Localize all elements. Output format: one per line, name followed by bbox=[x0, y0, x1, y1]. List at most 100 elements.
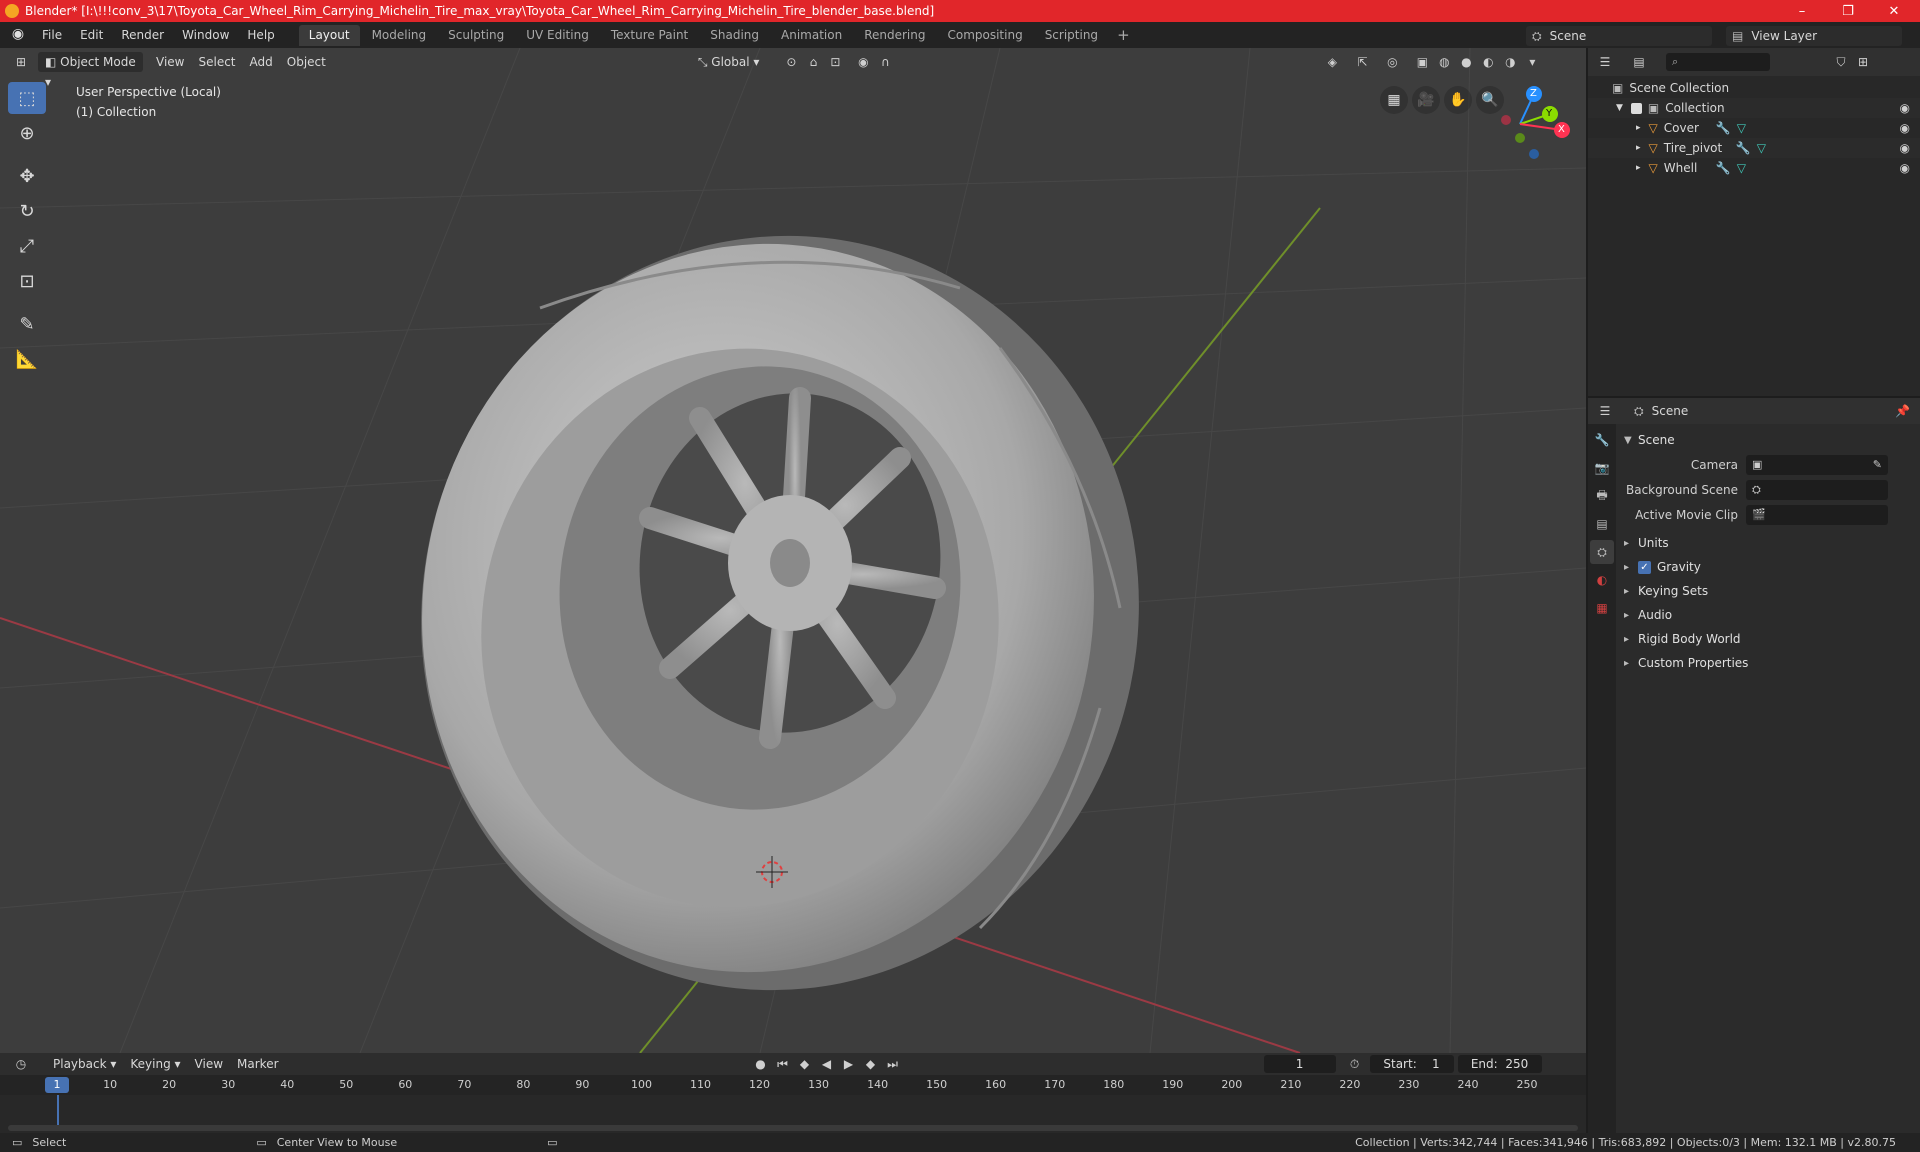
timeline-scrollbar[interactable] bbox=[8, 1125, 1578, 1131]
expand-arrow-icon[interactable]: ▸ bbox=[1636, 123, 1641, 133]
gizmo-toggle-icon[interactable]: ⇱ bbox=[1351, 52, 1373, 72]
outliner-object-cover[interactable]: ▸ ▽ Cover 🔧 ▽ ◉ bbox=[1588, 118, 1920, 138]
view-layer-selector[interactable]: ▤ View Layer bbox=[1726, 26, 1902, 46]
camera-view-icon[interactable]: 🎥 bbox=[1412, 86, 1440, 114]
tab-modeling[interactable]: Modeling bbox=[362, 25, 437, 46]
falloff-icon[interactable]: ∩ bbox=[874, 52, 896, 72]
3d-viewport[interactable]: Z Y X ⊞ ◧ Object Mode ▾ View Select Add … bbox=[0, 48, 1586, 1053]
play-icon[interactable]: ▶ bbox=[838, 1054, 860, 1074]
keying-sets-panel[interactable]: ▸ Keying Sets bbox=[1618, 579, 1920, 603]
timeline-ruler[interactable]: 1 10 20 30 40 50 60 70 80 90 100 110 120 130 140 150 16… bbox=[0, 1075, 1586, 1095]
collection-checkbox[interactable] bbox=[1630, 102, 1642, 114]
custom-properties-panel[interactable]: ▸ Custom Properties bbox=[1618, 651, 1920, 675]
filter-icon[interactable]: ⛉ bbox=[1830, 52, 1852, 72]
tab-sculpting[interactable]: Sculpting bbox=[438, 25, 514, 46]
menu-help[interactable]: Help bbox=[238, 22, 283, 48]
expand-arrow-icon[interactable]: ▸ bbox=[1636, 163, 1641, 173]
tab-shading[interactable]: Shading bbox=[700, 25, 769, 46]
select-box-tool-icon[interactable]: ⬚ bbox=[8, 82, 46, 114]
end-frame-field[interactable]: End: 250 bbox=[1457, 1055, 1542, 1073]
visibility-eye-icon[interactable]: ◉ bbox=[1900, 121, 1910, 135]
frame-clock-icon[interactable]: ⏱ bbox=[1344, 1054, 1366, 1074]
object-mode-dropdown[interactable]: ◧ Object Mode ▾ bbox=[38, 52, 143, 89]
menu-render[interactable]: Render bbox=[112, 22, 173, 48]
tab-texture-paint[interactable]: Texture Paint bbox=[601, 25, 698, 46]
timeline-editor-type-icon[interactable]: ◷ bbox=[10, 1054, 32, 1074]
world-tab-icon[interactable]: ◐ bbox=[1590, 568, 1614, 592]
cursor-tool-icon[interactable]: ⊕ bbox=[8, 117, 46, 149]
outliner-object-tire-pivot[interactable]: ▸ ▽ Tire_pivot 🔧 ▽ ◉ bbox=[1588, 138, 1920, 158]
viewport-menu-select[interactable]: Select bbox=[191, 52, 242, 72]
expand-arrow-icon[interactable]: ▼ bbox=[1616, 103, 1623, 113]
visibility-eye-icon[interactable]: ◉ bbox=[1900, 101, 1910, 115]
visibility-eye-icon[interactable]: ◉ bbox=[1900, 141, 1910, 155]
viewport-menu-view[interactable]: View bbox=[149, 52, 191, 72]
render-tab-icon[interactable]: 📷 bbox=[1590, 456, 1614, 480]
view-layer-tab-icon[interactable]: ▤ bbox=[1590, 512, 1614, 536]
shading-options-icon[interactable]: ▾ bbox=[1521, 52, 1543, 72]
maximize-button[interactable]: ❐ bbox=[1826, 0, 1870, 22]
active-movie-clip-field[interactable]: 🎬 bbox=[1746, 504, 1888, 525]
measure-tool-icon[interactable]: 📐 bbox=[8, 343, 46, 375]
menu-file[interactable]: File bbox=[33, 22, 71, 48]
prev-keyframe-icon[interactable]: ◆ bbox=[794, 1054, 816, 1074]
expand-arrow-icon[interactable]: ▸ bbox=[1636, 143, 1641, 153]
audio-panel[interactable]: ▸ Audio bbox=[1618, 603, 1920, 627]
jump-start-icon[interactable]: ⏮ bbox=[772, 1054, 794, 1074]
move-tool-icon[interactable]: ✥ bbox=[8, 160, 46, 192]
timeline-view-menu[interactable]: View bbox=[188, 1054, 230, 1074]
properties-editor-type-icon[interactable]: ☰ bbox=[1594, 401, 1616, 421]
add-workspace-button[interactable]: + bbox=[1109, 26, 1138, 44]
play-reverse-icon[interactable]: ◀ bbox=[816, 1054, 838, 1074]
keying-menu[interactable]: Keying ▾ bbox=[123, 1054, 187, 1074]
modifier-wrench-icon[interactable]: 🔧 bbox=[1716, 121, 1731, 135]
outliner-object-whell[interactable]: ▸ ▽ Whell 🔧 ▽ ◉ bbox=[1588, 158, 1920, 178]
modifier-wrench-icon[interactable]: 🔧 bbox=[1716, 161, 1731, 175]
gravity-checkbox[interactable]: ✓ bbox=[1638, 560, 1651, 574]
jump-end-icon[interactable]: ⏭ bbox=[882, 1054, 904, 1074]
tool-tab-icon[interactable]: 🔧 bbox=[1590, 428, 1614, 452]
gravity-panel[interactable]: ▸ ✓ Gravity bbox=[1618, 555, 1920, 579]
scale-tool-icon[interactable]: ⤢ bbox=[8, 230, 46, 262]
record-icon[interactable]: ● bbox=[750, 1054, 772, 1074]
snap-icon[interactable]: ⌂ bbox=[802, 52, 824, 72]
mesh-data-icon[interactable]: ▽ bbox=[1737, 161, 1746, 175]
zoom-icon[interactable]: 🔍 bbox=[1476, 86, 1504, 114]
marker-menu[interactable]: Marker bbox=[230, 1054, 285, 1074]
scene-tab-icon[interactable]: ⛭ bbox=[1590, 540, 1614, 564]
mesh-data-icon[interactable]: ▽ bbox=[1757, 141, 1766, 155]
pivot-icon[interactable]: ⊙ bbox=[780, 52, 802, 72]
pan-hand-icon[interactable]: ✋ bbox=[1444, 86, 1472, 114]
shading-material-icon[interactable]: ◐ bbox=[1477, 52, 1499, 72]
overlay-toggle-icon[interactable]: ◎ bbox=[1381, 52, 1403, 72]
playback-menu[interactable]: Playback ▾ bbox=[46, 1054, 123, 1074]
shading-solid-icon[interactable]: ● bbox=[1455, 52, 1477, 72]
visibility-icon[interactable]: ◈ bbox=[1321, 52, 1343, 72]
toggle-camera-ortho-icon[interactable]: ▦ bbox=[1380, 86, 1408, 114]
proportional-edit-icon[interactable]: ◉ bbox=[852, 52, 874, 72]
menu-edit[interactable]: Edit bbox=[71, 22, 112, 48]
units-panel[interactable]: ▸ Units bbox=[1618, 531, 1920, 555]
tab-animation[interactable]: Animation bbox=[771, 25, 852, 46]
transform-tool-icon[interactable]: ⊡ bbox=[8, 265, 46, 297]
texture-tab-icon[interactable]: ▦ bbox=[1590, 596, 1614, 620]
annotate-tool-icon[interactable]: ✎ bbox=[8, 308, 46, 340]
blender-logo-icon[interactable]: ◉ bbox=[9, 26, 27, 44]
timeline-track-area[interactable] bbox=[0, 1095, 1586, 1133]
modifier-wrench-icon[interactable]: 🔧 bbox=[1736, 141, 1751, 155]
orientation-dropdown[interactable]: ⤡ Global ▾ bbox=[691, 52, 767, 72]
output-tab-icon[interactable]: 🖶 bbox=[1590, 484, 1614, 508]
background-scene-field[interactable]: ⛭ bbox=[1746, 479, 1888, 500]
rotate-tool-icon[interactable]: ↻ bbox=[8, 195, 46, 227]
snap-target-icon[interactable]: ⊡ bbox=[824, 52, 846, 72]
menu-window[interactable]: Window bbox=[173, 22, 238, 48]
tab-scripting[interactable]: Scripting bbox=[1035, 25, 1108, 46]
new-collection-icon[interactable]: ⊞ bbox=[1852, 52, 1874, 72]
tab-uv-editing[interactable]: UV Editing bbox=[516, 25, 599, 46]
scene-section-header[interactable]: ▼ Scene bbox=[1618, 428, 1920, 452]
viewport-menu-object[interactable]: Object bbox=[280, 52, 333, 72]
pin-icon[interactable]: 📌 bbox=[1895, 404, 1910, 418]
shading-wireframe-icon[interactable]: ◍ bbox=[1433, 52, 1455, 72]
visibility-eye-icon[interactable]: ◉ bbox=[1900, 161, 1910, 175]
scene-selector[interactable]: ⛭ Scene bbox=[1526, 26, 1712, 46]
